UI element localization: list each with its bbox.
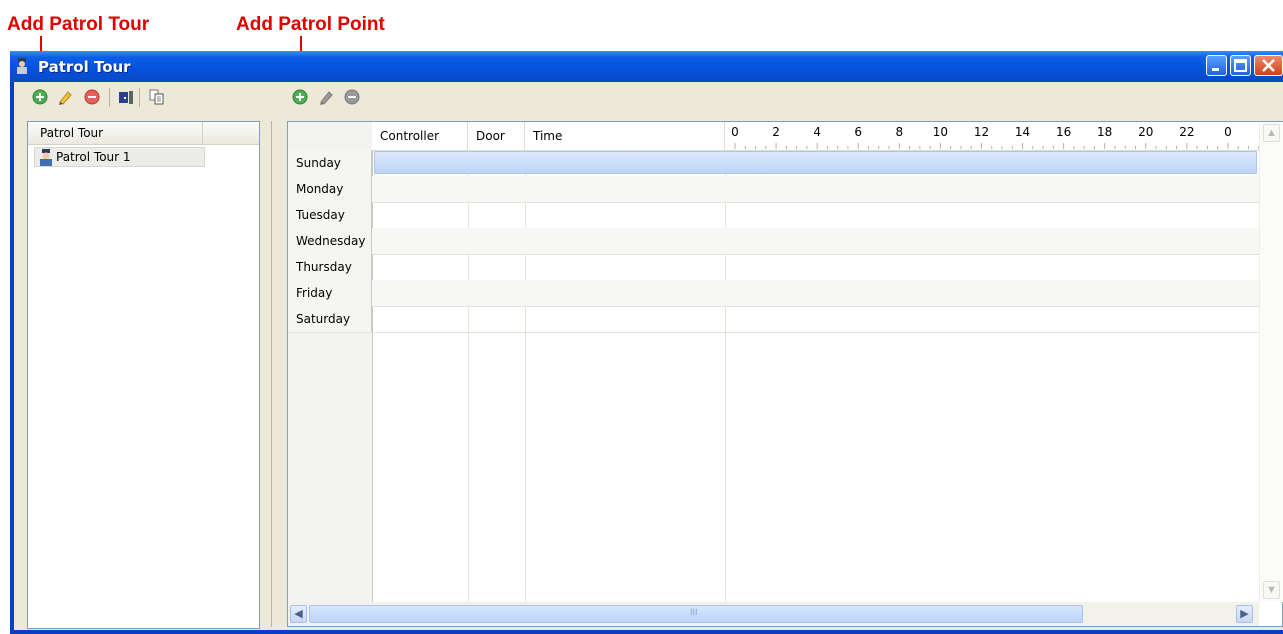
hour-tick-label: 4 bbox=[813, 125, 821, 139]
schedule-day-row[interactable]: Friday bbox=[288, 280, 1259, 307]
hour-timeline-header: 0 2 4 6 8 10 12 14 16 18 20 22 0 bbox=[725, 122, 1259, 150]
hour-tick-label: 2 bbox=[772, 125, 780, 139]
add-icon[interactable] bbox=[292, 89, 308, 105]
maximize-button[interactable] bbox=[1230, 55, 1251, 76]
selected-row-highlight bbox=[374, 151, 1257, 174]
hour-tick-label: 6 bbox=[854, 125, 863, 139]
tour-list-item-label: Patrol Tour 1 bbox=[56, 150, 131, 164]
door-icon[interactable] bbox=[118, 89, 134, 105]
day-label: Wednesday bbox=[288, 228, 372, 254]
toolbar-separator bbox=[109, 88, 110, 107]
schedule-day-row[interactable]: Tuesday bbox=[288, 202, 1259, 229]
day-label: Tuesday bbox=[288, 202, 372, 228]
edit-pencil-icon[interactable] bbox=[318, 89, 334, 105]
scroll-down-button[interactable]: ▼ bbox=[1263, 581, 1280, 599]
column-header-door[interactable]: Door bbox=[468, 122, 525, 150]
minimize-icon bbox=[1212, 68, 1219, 71]
patrol-guard-icon bbox=[17, 58, 27, 74]
day-label: Thursday bbox=[288, 254, 372, 280]
delete-icon[interactable] bbox=[344, 89, 360, 105]
tour-list-header: Patrol Tour bbox=[28, 122, 259, 145]
copy-icon[interactable] bbox=[149, 89, 165, 105]
add-icon[interactable] bbox=[32, 89, 48, 105]
hour-tick-label: 0 bbox=[731, 125, 739, 139]
vertical-scrollbar[interactable]: ▲ ▼ bbox=[1259, 122, 1283, 602]
minimize-button[interactable] bbox=[1206, 55, 1227, 76]
hour-tick-label: 20 bbox=[1138, 125, 1154, 139]
scroll-thumb-grip: III bbox=[690, 607, 698, 617]
window-title: Patrol Tour bbox=[38, 58, 131, 76]
schedule-day-row[interactable]: Sunday bbox=[288, 150, 1259, 177]
add-patrol-tour-callout: Add Patrol Tour bbox=[7, 14, 150, 35]
patrol-tour-list: Patrol Tour Patrol Tour 1 bbox=[27, 121, 260, 629]
day-label: Sunday bbox=[288, 150, 372, 176]
hour-tick-label: 16 bbox=[1055, 125, 1072, 139]
schedule-day-row[interactable]: Monday bbox=[288, 176, 1259, 203]
schedule-day-row[interactable]: Wednesday bbox=[288, 228, 1259, 255]
title-bar[interactable]: Patrol Tour bbox=[10, 51, 1283, 82]
close-button[interactable] bbox=[1254, 55, 1283, 76]
delete-icon[interactable] bbox=[84, 89, 100, 105]
column-header: Controller Door Time 0 2 4 6 8 10 12 14 16 18 20 22… bbox=[372, 122, 1259, 151]
hour-tick-label: 0 bbox=[1224, 125, 1232, 139]
horizontal-scroll-thumb[interactable]: III bbox=[309, 605, 1083, 623]
patrol-guard-icon bbox=[40, 149, 52, 166]
day-label: Saturday bbox=[288, 306, 372, 332]
column-header-controller[interactable]: Controller bbox=[372, 122, 468, 150]
day-label: Friday bbox=[288, 280, 372, 306]
hour-tick-label: 14 bbox=[1014, 125, 1031, 139]
horizontal-scrollbar[interactable]: ◀ III ▶ bbox=[288, 602, 1259, 626]
panel-splitter[interactable] bbox=[271, 121, 272, 627]
hour-tick-label: 18 bbox=[1097, 125, 1113, 139]
scroll-up-button[interactable]: ▲ bbox=[1263, 124, 1280, 142]
column-header-time[interactable]: Time bbox=[525, 122, 725, 150]
hour-tick-label: 22 bbox=[1179, 125, 1195, 139]
close-icon bbox=[1262, 59, 1275, 72]
patrol-tour-window: Patrol Tour Patrol Tour Patrol Tour 1 Co… bbox=[10, 51, 1283, 634]
patrol-schedule-grid: Controller Door Time 0 2 4 6 8 10 12 14 16 18 20 22… bbox=[287, 121, 1283, 627]
hour-ruler bbox=[734, 143, 1259, 149]
schedule-day-row[interactable]: Saturday bbox=[288, 306, 1259, 333]
add-patrol-point-callout: Add Patrol Point bbox=[236, 14, 385, 35]
day-label: Monday bbox=[288, 176, 372, 202]
hour-tick-label: 12 bbox=[973, 125, 990, 139]
scroll-right-button[interactable]: ▶ bbox=[1236, 605, 1253, 623]
hour-tick-label: 8 bbox=[895, 125, 904, 139]
edit-pencil-icon[interactable] bbox=[57, 89, 73, 105]
scroll-left-button[interactable]: ◀ bbox=[290, 605, 307, 623]
hour-tick-label: 10 bbox=[932, 125, 949, 139]
toolbar-separator bbox=[139, 88, 140, 107]
schedule-day-row[interactable]: Thursday bbox=[288, 254, 1259, 281]
tour-list-column-header[interactable]: Patrol Tour bbox=[28, 122, 203, 144]
maximize-icon bbox=[1234, 59, 1247, 72]
tour-list-item[interactable]: Patrol Tour 1 bbox=[34, 147, 205, 167]
main-toolbar bbox=[14, 82, 1283, 112]
window-client-area: Patrol Tour Patrol Tour 1 Controller Doo… bbox=[14, 82, 1283, 630]
